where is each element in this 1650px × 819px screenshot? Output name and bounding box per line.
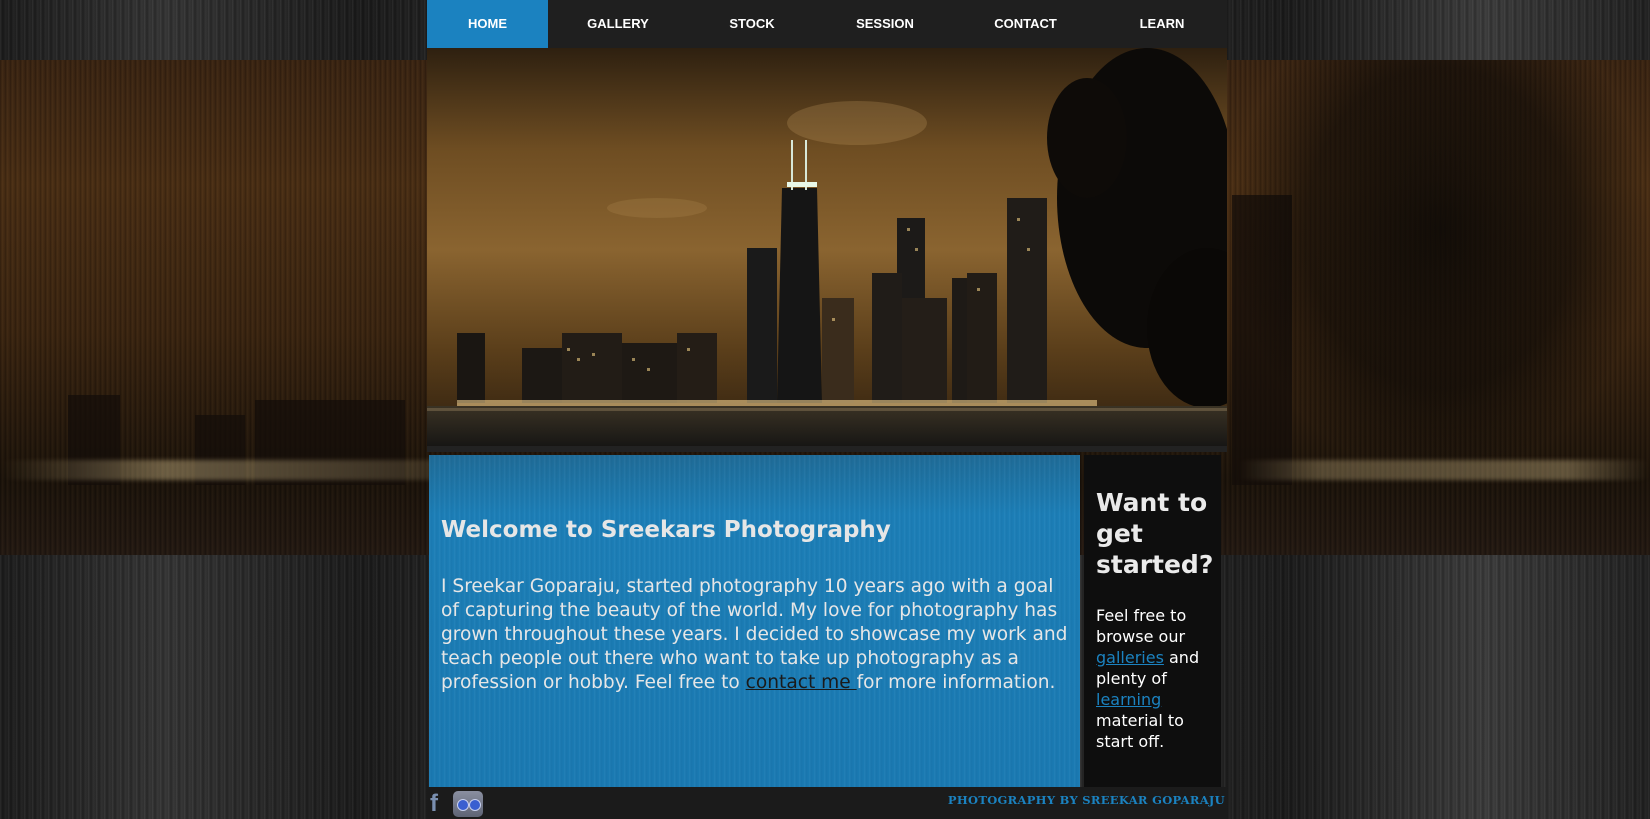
footer-credit: PHOTOGRAPHY BY SREEKAR GOPARAJU [947,793,1225,807]
flickr-icon[interactable] [453,791,483,817]
nav-learn[interactable]: LEARN [1097,0,1227,48]
facebook-icon[interactable]: f [430,791,448,817]
sidebar-text: Feel free to browse our galleries and pl… [1096,605,1218,752]
top-nav: HOME GALLERY STOCK SESSION CONTACT LEARN [427,0,1227,48]
sidebar-title: Want to get started? [1096,488,1214,579]
flickr-dot-icon [469,799,481,811]
nav-session[interactable]: SESSION [816,0,954,48]
contact-me-link[interactable]: contact me [746,672,857,693]
learning-link[interactable]: learning [1096,690,1161,709]
welcome-title: Welcome to Sreekars Photography [441,517,891,543]
intro-text-end: for more information. [856,672,1056,693]
main-column: HOME GALLERY STOCK SESSION CONTACT LEARN [427,0,1227,819]
nav-gallery[interactable]: GALLERY [548,0,688,48]
nav-contact[interactable]: CONTACT [954,0,1097,48]
intro-paragraph: I Sreekar Goparaju, started photography … [441,575,1069,695]
city-skyline-illustration [427,48,1227,452]
flickr-dot-icon [457,799,469,811]
background-tree [1230,60,1650,480]
sidebar-text-part: Feel free to browse our [1096,606,1187,646]
get-started-sidebar: Want to get started? Feel free to browse… [1084,455,1221,787]
nav-stock[interactable]: STOCK [688,0,816,48]
hero-image [427,48,1227,452]
galleries-link[interactable]: galleries [1096,648,1164,667]
sidebar-text-part: material to start off. [1096,711,1184,751]
nav-home[interactable]: HOME [427,0,548,48]
welcome-panel: Welcome to Sreekars Photography I Sreeka… [429,455,1080,787]
footer: f PHOTOGRAPHY BY SREEKAR GOPARAJU [427,787,1227,819]
